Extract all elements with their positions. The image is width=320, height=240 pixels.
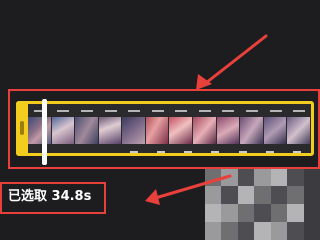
arrow-to-duration-icon [150,174,232,201]
arrowhead-timeline-icon [196,74,212,90]
arrowhead-duration-icon [145,189,160,205]
video-trim-editor: 已选取 34.8s [0,0,320,240]
annotation-arrows [145,34,268,205]
arrow-to-timeline-icon [200,34,268,88]
